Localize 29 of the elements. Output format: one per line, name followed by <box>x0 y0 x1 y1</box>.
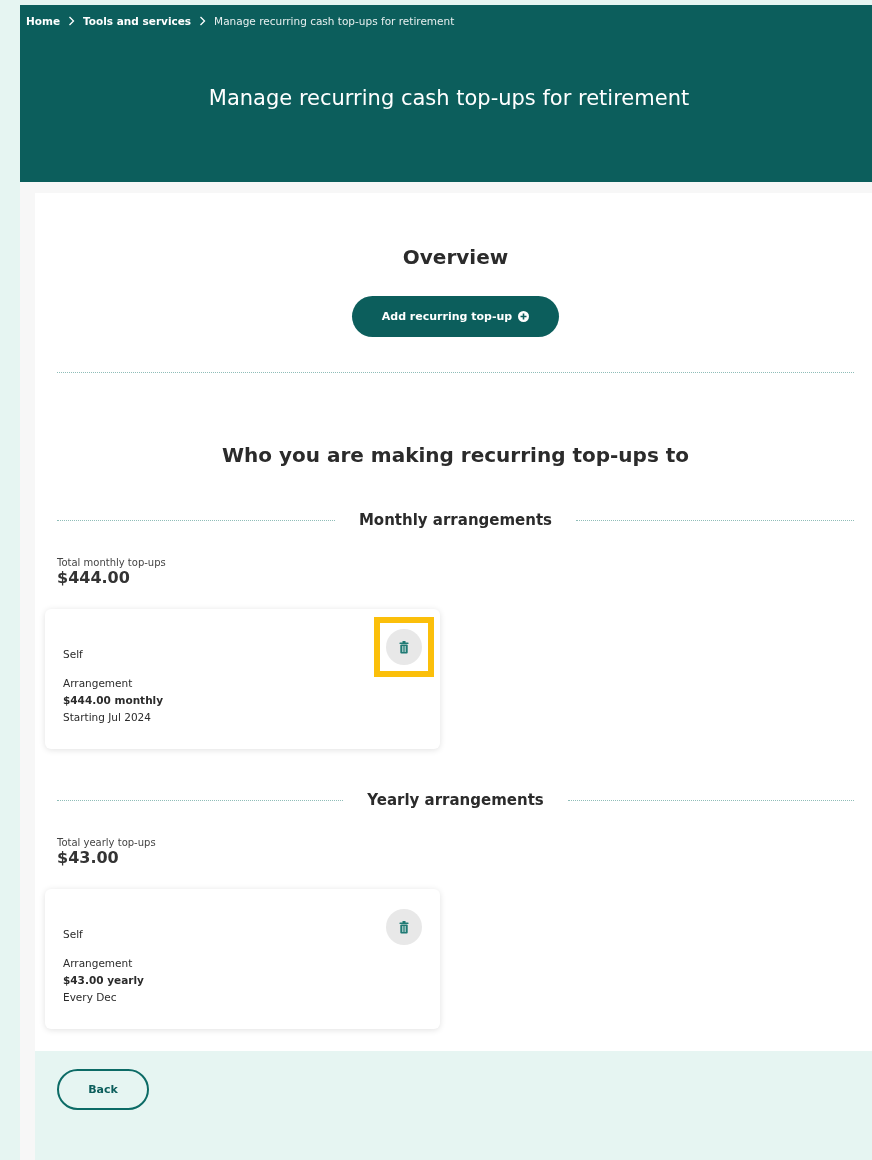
section-heading: Monthly arrangements <box>358 511 553 529</box>
total-label: Total monthly top-ups <box>57 557 167 568</box>
delete-icon <box>399 640 409 654</box>
arrangement-schedule: Every Dec <box>63 990 118 1005</box>
delete-icon <box>399 920 409 934</box>
add-top-up-button[interactable]: Add recurring top-up <box>351 296 560 337</box>
arrangement-label: Arrangement <box>63 956 134 971</box>
back-button[interactable]: Back <box>57 1069 149 1110</box>
chevron-right-icon <box>199 16 207 26</box>
arrangement-schedule: Starting Jul 2024 <box>63 710 152 725</box>
recipients-heading: Who you are making recurring top-ups to <box>220 443 691 467</box>
overview-heading: Overview <box>401 245 510 269</box>
breadcrumb-link[interactable]: Home <box>26 15 61 27</box>
recipient-name: Self <box>63 927 84 942</box>
delete-button[interactable] <box>386 629 422 665</box>
plus-circle-icon <box>518 311 530 322</box>
total-amount: $43.00 <box>57 848 120 867</box>
arrangement-amount: $444.00 monthly <box>63 693 164 708</box>
total-label: Total yearly top-ups <box>57 837 157 848</box>
arrangement-label: Arrangement <box>63 676 134 691</box>
chevron-right-icon <box>68 16 76 26</box>
breadcrumb-link[interactable]: Tools and services <box>83 15 192 27</box>
total-amount: $444.00 <box>57 568 131 587</box>
current-page-label: Manage recurring cash top-ups for retirement <box>214 15 455 27</box>
page-title: Manage recurring cash top-ups for retirement <box>207 86 691 110</box>
section-heading: Yearly arrangements <box>367 791 544 809</box>
delete-button[interactable] <box>386 909 422 945</box>
recipient-name: Self <box>63 647 84 662</box>
arrangement-amount: $43.00 yearly <box>63 973 144 988</box>
